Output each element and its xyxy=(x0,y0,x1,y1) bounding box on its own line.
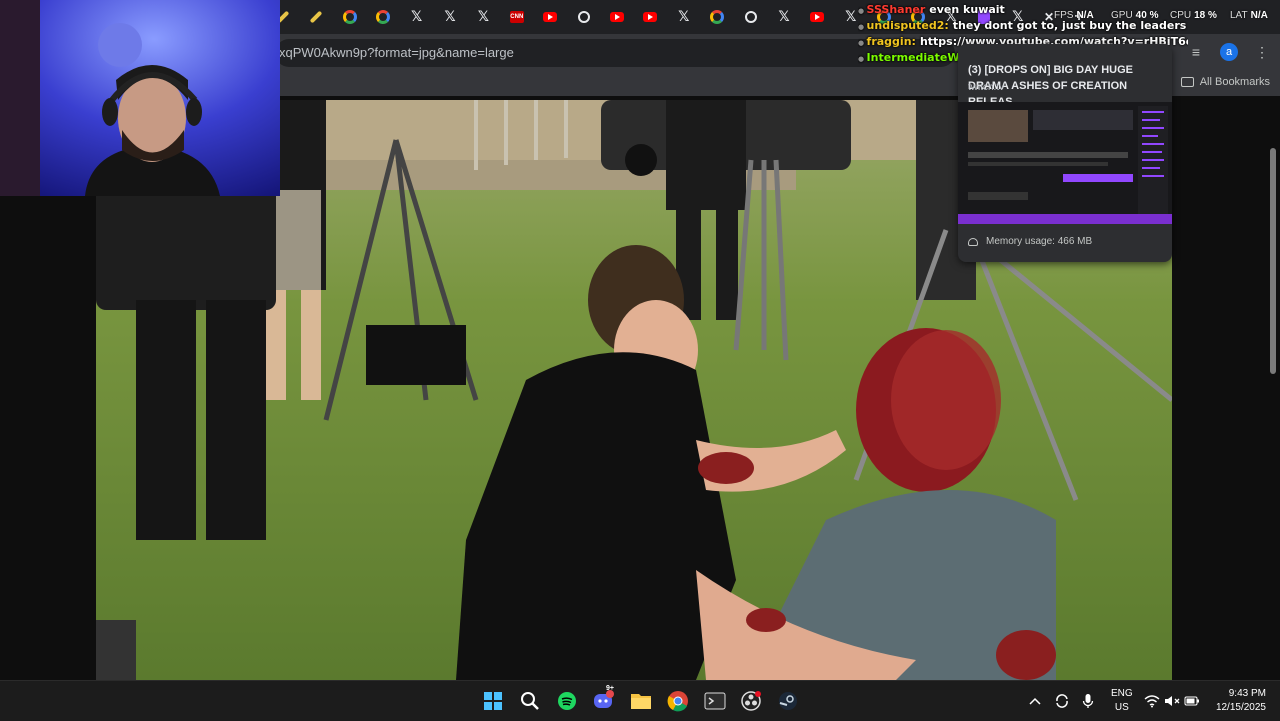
discord-icon[interactable] xyxy=(592,689,616,713)
misc-icon xyxy=(577,11,590,23)
browser-tab-misc-icon[interactable] xyxy=(573,6,595,28)
language-line-1: ENG xyxy=(1111,688,1133,699)
cnn-icon: CNN xyxy=(509,11,524,23)
streamer-webcam-image xyxy=(0,0,280,196)
sync-icon[interactable] xyxy=(1054,681,1070,721)
language-indicator[interactable]: ENG US xyxy=(1111,687,1133,715)
fps-readout: FPS N/A xyxy=(1054,10,1094,21)
all-bookmarks-button[interactable]: All Bookmarks xyxy=(1180,76,1270,88)
volume-muted-icon[interactable] xyxy=(1164,681,1180,721)
memory-icon xyxy=(968,237,978,246)
youtube-icon xyxy=(543,12,558,22)
chat-badge-icon: ● xyxy=(858,39,867,47)
webcam-overlay xyxy=(0,0,280,196)
windows-start-icon[interactable] xyxy=(481,689,505,713)
performance-overlay: FPS N/A GPU 40 % CPU 18 % LAT N/A xyxy=(1046,10,1280,26)
scrollbar-thumb[interactable] xyxy=(1270,148,1276,374)
more-menu-icon[interactable]: ⋮ xyxy=(1252,42,1272,62)
battery-icon[interactable] xyxy=(1184,681,1200,721)
microphone-icon[interactable] xyxy=(1082,681,1094,721)
browser-tab-youtube-icon[interactable] xyxy=(539,6,561,28)
spotify-icon[interactable] xyxy=(555,689,579,713)
lat-value: N/A xyxy=(1250,10,1268,21)
tray-overflow-icon[interactable] xyxy=(1028,681,1042,721)
twitch-thumbnail-image xyxy=(958,102,1172,224)
browser-tab-youtube-icon[interactable] xyxy=(606,6,628,28)
fps-label: FPS xyxy=(1054,10,1074,21)
preview-domain: twitch.tv xyxy=(968,82,1005,93)
memory-usage: Memory usage: 466 MB xyxy=(968,236,1092,247)
profile-avatar[interactable]: a xyxy=(1220,43,1238,61)
chat-text: even kuwait xyxy=(929,3,1005,16)
address-bar[interactable]: xqPW0Akwn9p?format=jpg&name=large xyxy=(275,39,955,67)
youtube-icon xyxy=(643,12,658,22)
address-bar-url[interactable]: xqPW0Akwn9p?format=jpg&name=large xyxy=(279,45,514,60)
chat-badge-icon: ● xyxy=(858,55,867,63)
browser-tab-x-icon[interactable]: 𝕏 xyxy=(773,6,795,28)
google-icon xyxy=(376,10,391,24)
misc-icon xyxy=(744,11,757,23)
browser-tab-x-icon[interactable]: 𝕏 xyxy=(439,6,461,28)
file-explorer-icon[interactable] xyxy=(629,689,653,713)
gpu-readout: GPU 40 % xyxy=(1111,10,1158,21)
chrome-icon[interactable] xyxy=(666,689,690,713)
browser-tab-x-icon[interactable]: 𝕏 xyxy=(472,6,494,28)
all-bookmarks-label: All Bookmarks xyxy=(1199,76,1270,88)
toolbar-icons: ≡ a ⋮ xyxy=(1186,42,1272,62)
tab-hover-preview: (3) [DROPS ON] BIG DAY HUGE DRAMA ASHES … xyxy=(958,44,1172,262)
scrollbar[interactable] xyxy=(1268,100,1276,680)
chat-badge-icon: ● xyxy=(858,23,867,31)
browser-tab-x-icon[interactable]: 𝕏 xyxy=(406,6,428,28)
obs-icon[interactable] xyxy=(739,689,763,713)
folder-icon xyxy=(1180,77,1194,87)
lat-label: LAT xyxy=(1230,10,1248,21)
chat-username: SSShaner xyxy=(866,3,926,16)
pen-icon xyxy=(310,10,323,24)
google-icon xyxy=(710,10,725,24)
clock-time: 9:43 PM xyxy=(1228,688,1266,699)
google-icon xyxy=(342,10,357,24)
youtube-icon xyxy=(810,12,825,22)
system-clock[interactable]: 9:43 PM 12/15/2025 xyxy=(1216,687,1266,715)
gpu-label: GPU xyxy=(1111,10,1133,21)
discord-badge: 9+ xyxy=(606,685,614,692)
browser-tab-cnn-icon[interactable]: CNN xyxy=(506,6,528,28)
browser-tab-google-icon[interactable] xyxy=(339,6,361,28)
memory-usage-text: Memory usage: 466 MB xyxy=(986,236,1093,247)
fps-value: N/A xyxy=(1076,10,1094,21)
browser-tab-youtube-icon[interactable] xyxy=(806,6,828,28)
chat-username: fraggin: xyxy=(866,35,916,48)
clock-date: 12/15/2025 xyxy=(1215,702,1266,713)
search-icon[interactable] xyxy=(518,689,542,713)
steam-icon[interactable] xyxy=(776,689,800,713)
browser-tab-google-icon[interactable] xyxy=(706,6,728,28)
gpu-value: 40 % xyxy=(1135,10,1159,21)
wifi-icon[interactable] xyxy=(1144,681,1160,721)
windows-taskbar: 9+ ENG US 9:43 PM 12/15/2025 xyxy=(0,680,1280,721)
browser-tab-google-icon[interactable] xyxy=(372,6,394,28)
cpu-value: 18 % xyxy=(1194,10,1217,21)
preview-thumbnail xyxy=(958,102,1172,224)
browser-tab-x-icon[interactable]: 𝕏 xyxy=(673,6,695,28)
media-control-icon[interactable]: ≡ xyxy=(1186,42,1206,62)
terminal-icon[interactable] xyxy=(703,689,727,713)
language-line-2: US xyxy=(1114,702,1129,713)
chat-badge-icon: ● xyxy=(858,7,867,15)
lat-readout: LAT N/A xyxy=(1230,10,1268,21)
youtube-icon xyxy=(610,12,624,22)
browser-tab-misc-icon[interactable] xyxy=(740,6,762,28)
chat-username: undisputed2: xyxy=(866,19,949,32)
cpu-label: CPU xyxy=(1170,10,1192,21)
cpu-readout: CPU 18 % xyxy=(1170,10,1217,21)
browser-tab-youtube-icon[interactable] xyxy=(639,6,661,28)
browser-tab-pen-icon[interactable] xyxy=(305,6,327,28)
